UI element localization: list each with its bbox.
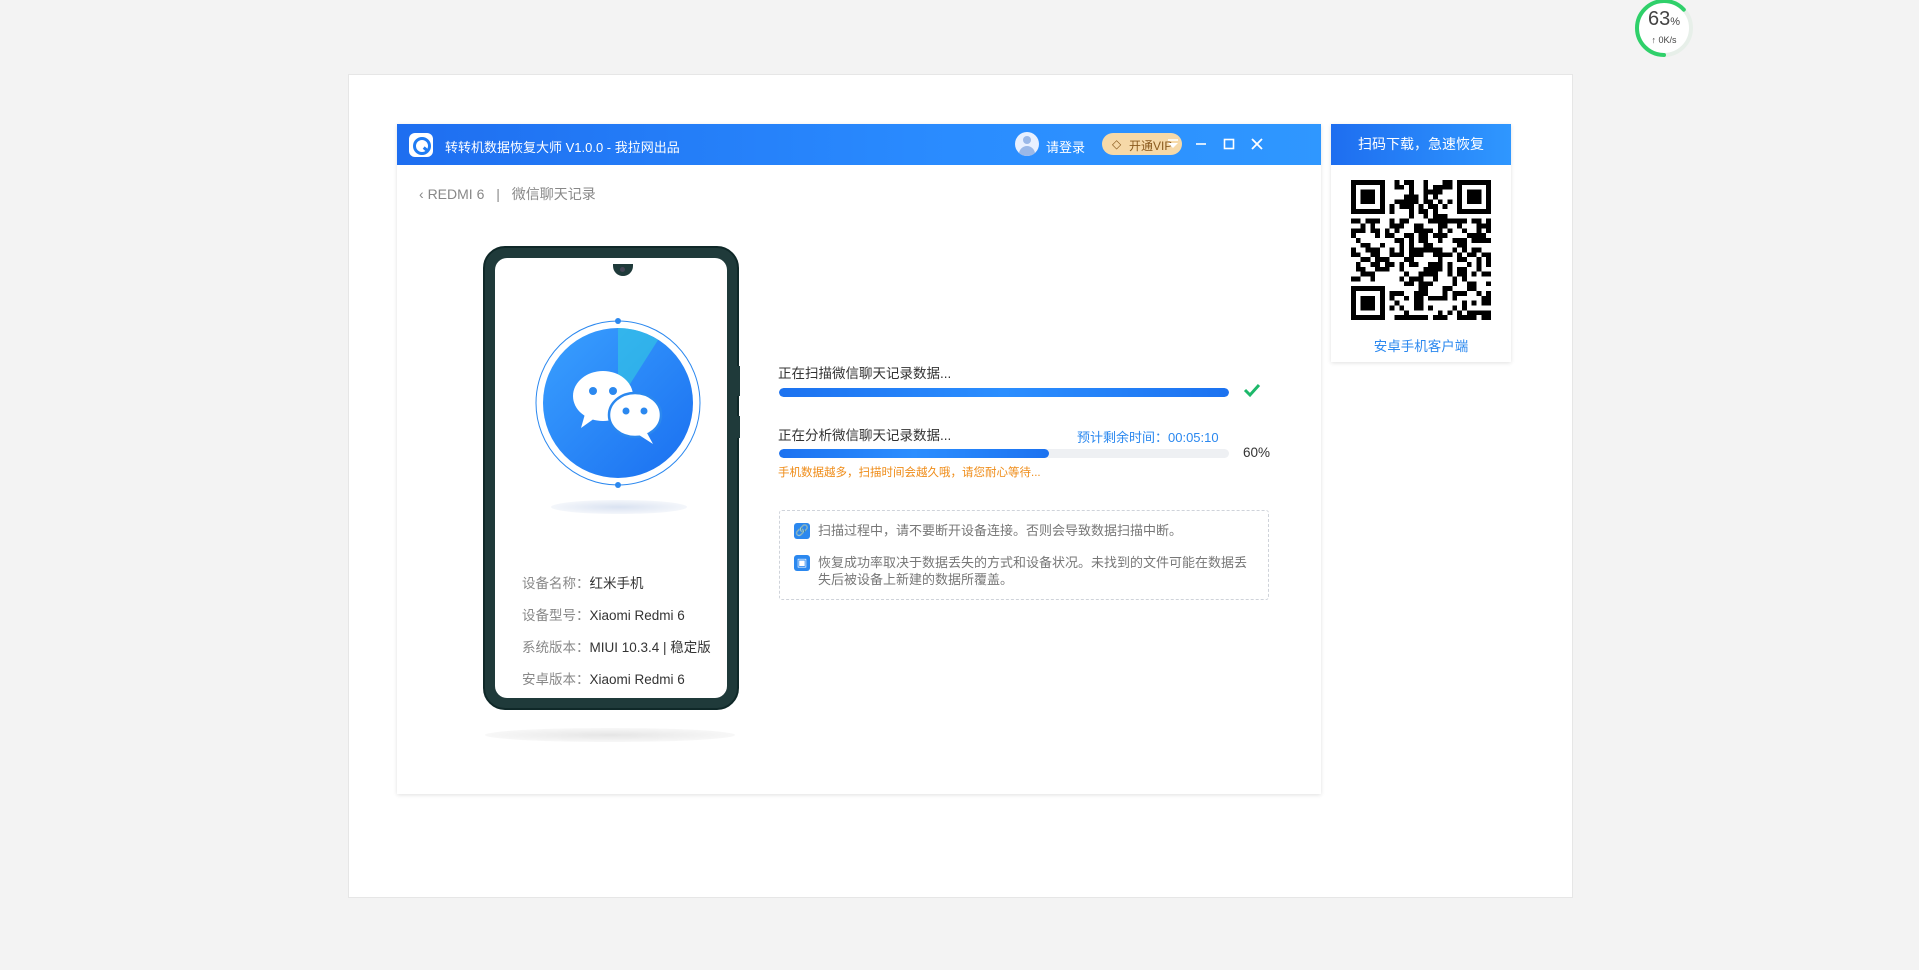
phone-shadow <box>485 728 735 742</box>
check-icon <box>1242 382 1262 398</box>
device-name-row: 设备名称：红米手机 <box>522 576 644 591</box>
close-icon[interactable] <box>1247 134 1267 154</box>
app-title: 转转机数据恢复大师 V1.0.0 - 我拉网出品 <box>445 140 680 155</box>
title-bar[interactable]: 转转机数据恢复大师 V1.0.0 - 我拉网出品 请登录 ◇ 开通VIP <box>397 124 1321 165</box>
analyze-progress-bar <box>779 449 1229 458</box>
scan-progress-bar <box>779 388 1229 397</box>
link-icon: 🔗 <box>794 523 810 539</box>
breadcrumb: ‹ REDMI 6 | 微信聊天记录 <box>419 184 596 204</box>
box-icon: ▣ <box>794 555 810 571</box>
menu-icon[interactable] <box>1163 134 1183 154</box>
app-logo-icon <box>409 133 433 157</box>
phone-screen: 设备名称：红米手机 设备型号：Xiaomi Redmi 6 系统版本：MIUI … <box>495 258 727 698</box>
app-window: 转转机数据恢复大师 V1.0.0 - 我拉网出品 请登录 ◇ 开通VIP ‹ R… <box>397 124 1321 794</box>
breadcrumb-page: 微信聊天记录 <box>511 186 596 202</box>
qr-code-image[interactable] <box>1351 180 1491 320</box>
warning-text: 手机数据越多，扫描时间会越久哦，请您耐心等待... <box>778 467 1041 479</box>
minimize-icon[interactable] <box>1191 134 1211 154</box>
system-version-row: 系统版本：MIUI 10.3.4 | 稳定版 <box>522 640 711 655</box>
maximize-icon[interactable] <box>1219 134 1239 154</box>
network-speed-widget[interactable]: 63% ↑ 0K/s <box>1632 0 1696 60</box>
qr-header: 扫码下载，急速恢复 <box>1331 124 1511 165</box>
phone-side-button <box>737 416 740 438</box>
phone-illustration: 设备名称：红米手机 设备型号：Xiaomi Redmi 6 系统版本：MIUI … <box>483 246 740 710</box>
wechat-scan-circle <box>533 318 703 488</box>
speed-rate: ↑ 0K/s <box>1651 35 1677 45</box>
tips-box: 🔗 扫描过程中，请不要断开设备连接。否则会导致数据扫描中断。 ▣ 恢复成功率取决… <box>779 510 1269 600</box>
analyze-progress-fill <box>779 449 1049 458</box>
android-version-row: 安卓版本：Xiaomi Redmi 6 <box>522 672 685 687</box>
phone-side-button <box>737 366 740 396</box>
breadcrumb-device[interactable]: REDMI 6 <box>428 186 485 202</box>
android-client-link[interactable]: 安卓手机客户端 <box>1331 335 1511 355</box>
scan-title: 正在扫描微信聊天记录数据... <box>778 366 952 381</box>
breadcrumb-separator: | <box>496 186 500 202</box>
analyze-percent: 60% <box>1243 445 1271 460</box>
analyze-title: 正在分析微信聊天记录数据... <box>778 428 952 443</box>
login-link[interactable]: 请登录 <box>1046 137 1085 156</box>
eta-text: 预计剩余时间：00:05:10 <box>1077 430 1219 445</box>
back-chevron-icon[interactable]: ‹ <box>419 186 424 202</box>
circle-shadow <box>551 500 687 514</box>
avatar-icon[interactable] <box>1015 132 1039 156</box>
device-model-row: 设备型号：Xiaomi Redmi 6 <box>522 608 685 623</box>
phone-notch <box>613 264 633 276</box>
speed-percent: 63% <box>1647 8 1681 30</box>
scan-progress-fill <box>779 388 1229 397</box>
qr-download-panel: 扫码下载，急速恢复 安卓手机客户端 <box>1331 124 1511 362</box>
diamond-icon: ◇ <box>1112 137 1122 151</box>
up-arrow-icon: ↑ <box>1651 35 1656 45</box>
